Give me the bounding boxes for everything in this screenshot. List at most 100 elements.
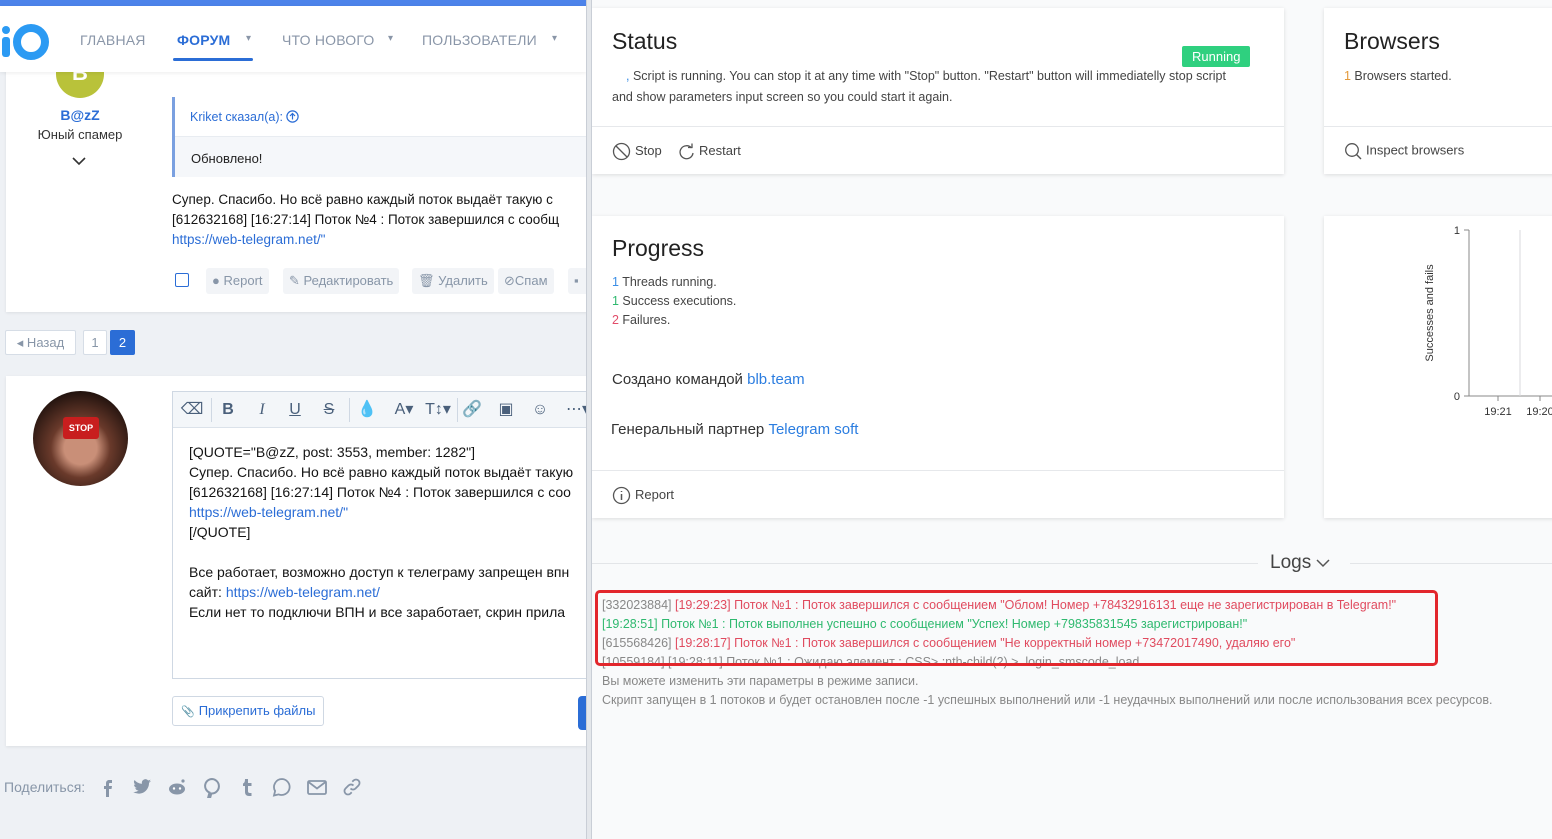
post-select-checkbox[interactable] xyxy=(175,273,189,287)
inspect-browsers-label: Inspect browsers xyxy=(1366,142,1465,158)
pagination-prev-button[interactable]: ◂ Назад xyxy=(5,330,76,355)
credit-line: Создано командой blb.team xyxy=(612,371,805,388)
spam-icon: ⊘ xyxy=(504,273,515,288)
nav-forum[interactable]: ФОРУМ xyxy=(177,32,230,48)
nav-whats-new[interactable]: ЧТО НОВОГО xyxy=(282,32,374,48)
pencil-icon: ✎ xyxy=(289,273,300,288)
browsers-started-text: Browsers started. xyxy=(1350,69,1452,83)
card-divider xyxy=(592,470,1284,471)
stop-button[interactable]: Stop xyxy=(612,142,662,161)
font-size-icon[interactable]: T↕▾ xyxy=(422,399,454,421)
reply-editor[interactable]: ⌫ B I U S 💧 A▾ T↕▾ 🔗 ▣ ☺ ⋯▾ [QUOTE="B@zZ… xyxy=(172,391,586,679)
credit-text: Генеральный партнер xyxy=(611,421,769,438)
attach-files-label: Прикрепить файлы xyxy=(198,703,316,718)
inspect-browsers-button[interactable]: Inspect browsers xyxy=(1344,142,1464,160)
post-user-name[interactable]: B@zZ xyxy=(0,107,160,123)
toolbar-divider xyxy=(211,398,212,422)
log-entry-text: Вы можете изменить эти параметры в режим… xyxy=(602,674,919,688)
post-link[interactable]: https://web-telegram.net/" xyxy=(172,232,325,247)
reply-submit-button[interactable] xyxy=(578,696,586,730)
underline-icon[interactable]: U xyxy=(283,399,307,421)
progress-title: Progress xyxy=(612,235,705,261)
font-family-icon[interactable]: A▾ xyxy=(388,399,420,421)
arrow-up-circle-icon[interactable] xyxy=(286,110,300,123)
editor-toolbar: ⌫ B I U S 💧 A▾ T↕▾ 🔗 ▣ ☺ ⋯▾ xyxy=(173,392,586,428)
report-button[interactable]: ● Report xyxy=(206,268,269,294)
chevron-down-icon[interactable] xyxy=(72,156,86,166)
restart-button[interactable]: Restart xyxy=(678,142,741,161)
fail-count: 2 xyxy=(612,313,619,327)
email-icon[interactable] xyxy=(306,776,328,798)
chart-y-tick-label: 1 xyxy=(1454,225,1460,237)
successes-fails-chart: 0 1 19:21 19:20 Successes and fails xyxy=(1424,225,1552,418)
log-entry: Вы можете изменить эти параметры в режим… xyxy=(602,674,919,688)
editor-link[interactable]: https://web-telegram.net/ xyxy=(226,584,380,600)
report-label: Report xyxy=(223,273,263,288)
editor-line: [612632168] [16:27:14] Поток №4 : Поток … xyxy=(189,484,571,500)
twitter-icon[interactable] xyxy=(131,776,153,798)
stop-circle-icon xyxy=(612,142,631,161)
nav-forum-caret-icon[interactable]: ▾ xyxy=(246,33,251,44)
image-icon[interactable]: ▣ xyxy=(494,399,518,421)
logs-toggle[interactable]: Logs xyxy=(1270,552,1331,574)
browsers-count: 1 xyxy=(1344,69,1351,83)
browsers-text: 1 Browsers started. xyxy=(1344,66,1452,87)
pagination-page-1[interactable]: 1 xyxy=(83,330,107,355)
reddit-icon[interactable] xyxy=(166,776,188,798)
quote-header[interactable]: Kriket сказал(а): xyxy=(175,97,586,137)
eraser-icon[interactable]: ⌫ xyxy=(180,399,204,421)
card-divider xyxy=(1324,126,1552,127)
credit-link-blb[interactable]: blb.team xyxy=(747,371,805,388)
whatsapp-icon[interactable] xyxy=(271,776,293,798)
attach-files-button[interactable]: 📎 Прикрепить файлы xyxy=(172,696,325,726)
card-divider xyxy=(592,126,1284,127)
edit-label: Редактировать xyxy=(303,273,394,288)
trash-icon: 🗑 xyxy=(418,273,435,288)
status-text: , Script is running. You can stop it at … xyxy=(612,66,1272,108)
tumblr-icon[interactable] xyxy=(236,776,258,798)
nav-users-caret-icon[interactable]: ▾ xyxy=(552,33,557,44)
avatar[interactable]: STOP xyxy=(33,391,128,486)
status-card: Status Running , Script is running. You … xyxy=(592,8,1284,174)
editor-line: Все работает, возможно доступ к телеграм… xyxy=(189,564,570,580)
more-options-icon[interactable]: ⋯▾ xyxy=(561,399,586,421)
pinterest-icon[interactable] xyxy=(201,776,223,798)
editor-line: [/QUOTE] xyxy=(189,524,251,540)
spam-button[interactable]: ⊘Спам xyxy=(498,268,554,294)
logs-divider-right xyxy=(1350,563,1552,564)
status-badge: Running xyxy=(1182,46,1251,67)
post-text-line: Супер. Спасибо. Но всё равно каждый пото… xyxy=(172,192,553,207)
facebook-icon[interactable] xyxy=(96,776,118,798)
italic-icon[interactable]: I xyxy=(250,399,274,421)
text-color-icon[interactable]: 💧 xyxy=(355,399,379,421)
smiley-icon[interactable]: ☺ xyxy=(528,399,552,421)
chart-y-axis-label: Successes and fails xyxy=(1424,264,1436,362)
bas-dashboard: Status Running , Script is running. You … xyxy=(592,0,1552,839)
edit-button[interactable]: ✎ Редактировать xyxy=(283,268,400,294)
pagination-page-2[interactable]: 2 xyxy=(110,330,135,355)
nav-home[interactable]: ГЛАВНАЯ xyxy=(80,32,146,48)
bold-icon[interactable]: B xyxy=(216,399,240,421)
editor-line: [QUOTE="B@zZ, post: 3553, member: 1282"] xyxy=(189,444,475,460)
strikethrough-icon[interactable]: S xyxy=(317,399,341,421)
success-count: 1 xyxy=(612,294,619,308)
chevron-down-icon xyxy=(1316,559,1331,568)
chart-x-tick-label: 19:20 xyxy=(1526,406,1552,418)
link-icon[interactable] xyxy=(341,776,363,798)
progress-report-label: Report xyxy=(635,486,675,502)
post-text-line: [612632168] [16:27:14] Поток №4 : Поток … xyxy=(172,212,560,227)
quote-author[interactable]: Kriket сказал(а): xyxy=(190,110,283,124)
more-action-button[interactable]: ▪ xyxy=(568,268,586,294)
credit-link-telegram-soft[interactable]: Telegram soft xyxy=(768,421,858,438)
threads-count: 1 xyxy=(612,275,619,289)
info-icon xyxy=(612,486,631,505)
nav-whats-new-caret-icon[interactable]: ▾ xyxy=(388,33,393,44)
status-text-line: Script is running. You can stop it at an… xyxy=(629,69,1226,83)
forum-logo-icon[interactable] xyxy=(0,20,52,60)
link-icon[interactable]: 🔗 xyxy=(460,399,484,421)
delete-button[interactable]: 🗑 Удалить xyxy=(412,268,494,294)
nav-users[interactable]: ПОЛЬЗОВАТЕЛИ xyxy=(422,32,537,48)
logs-divider-left xyxy=(592,563,1258,564)
progress-report-button[interactable]: Report xyxy=(612,486,674,505)
editor-link[interactable]: https://web-telegram.net/" xyxy=(189,504,348,520)
